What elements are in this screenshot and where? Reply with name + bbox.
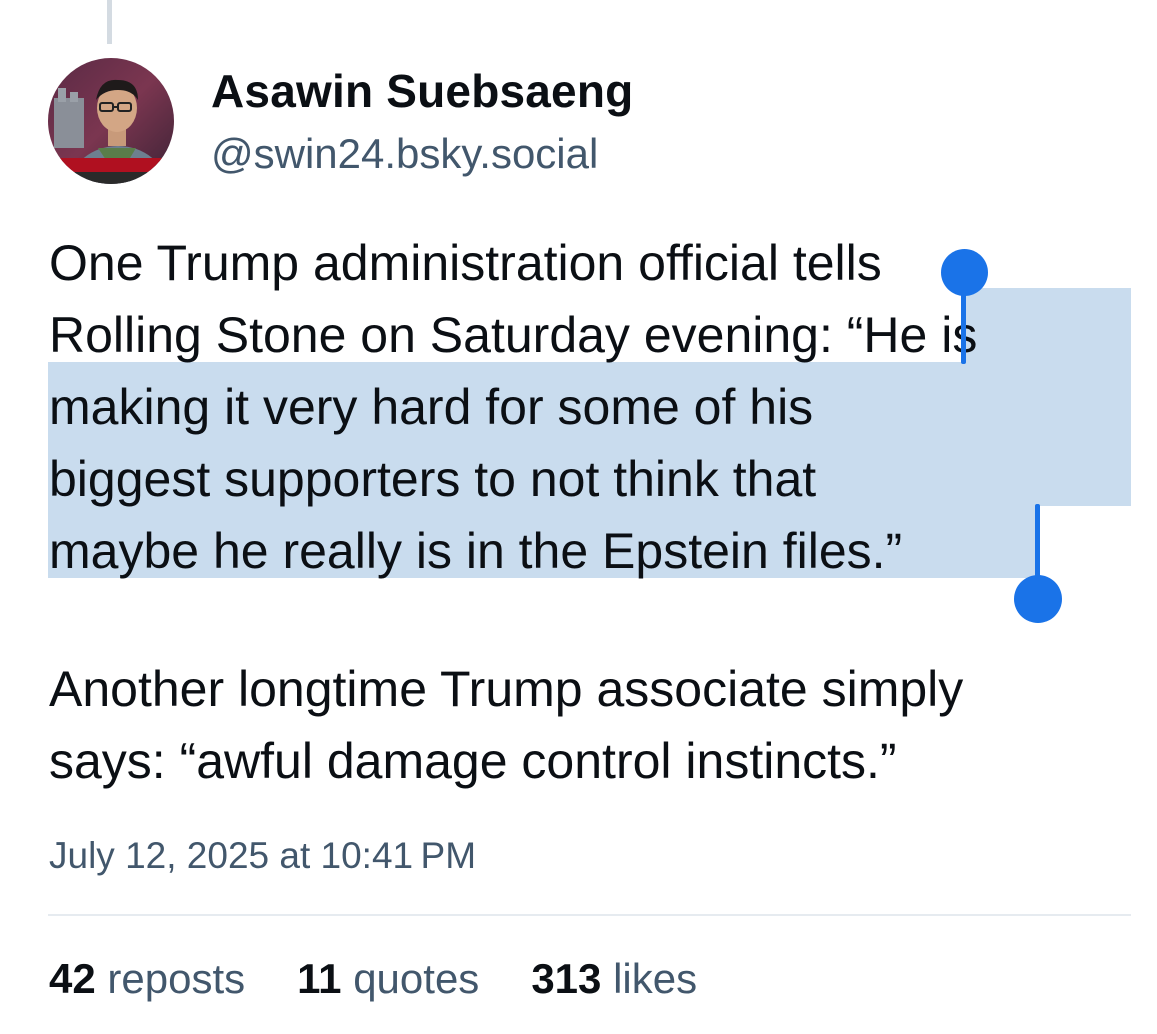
reposts-count: 42 [49, 955, 96, 1002]
likes-count: 313 [531, 955, 602, 1002]
quotes-label: quotes [353, 955, 480, 1002]
engagement-stats: 42 reposts 11 quotes 313 likes [49, 955, 749, 1003]
post-thread-view: Asawin Suebsaeng @swin24.bsky.social One… [0, 0, 1157, 1034]
author-display-name[interactable]: Asawin Suebsaeng [211, 64, 633, 118]
divider [48, 914, 1131, 916]
post-body-paragraph-2: Another longtime Trump associate simply … [49, 653, 1149, 797]
avatar-photo [48, 58, 174, 184]
post-timestamp: July 12, 2025 at 10:41 PM [49, 835, 477, 876]
post-text-line: says: “awful damage control instincts.” [49, 733, 897, 789]
post-text-line: biggest supporters to not think that [49, 451, 817, 507]
quotes-count: 11 [297, 955, 342, 1002]
post-text-line: maybe he really is in the Epstein files.… [49, 523, 903, 579]
selection-start-handle[interactable] [941, 249, 988, 296]
post-text-line: making it very hard for some of his [49, 379, 814, 435]
reposts-label: reposts [107, 955, 246, 1002]
selection-end-handle[interactable] [1014, 575, 1062, 623]
post-text-line: Another longtime Trump associate simply [49, 661, 964, 717]
likes-stat[interactable]: 313 likes [531, 955, 697, 1003]
quotes-stat[interactable]: 11 quotes [297, 955, 479, 1003]
author-handle[interactable]: @swin24.bsky.social [211, 130, 598, 178]
likes-label: likes [613, 955, 698, 1002]
thread-connector-line [107, 0, 112, 44]
reposts-stat[interactable]: 42 reposts [49, 955, 245, 1003]
post-text-line: Rolling Stone on Saturday evening: “He i… [49, 307, 978, 363]
avatar[interactable] [48, 58, 174, 184]
